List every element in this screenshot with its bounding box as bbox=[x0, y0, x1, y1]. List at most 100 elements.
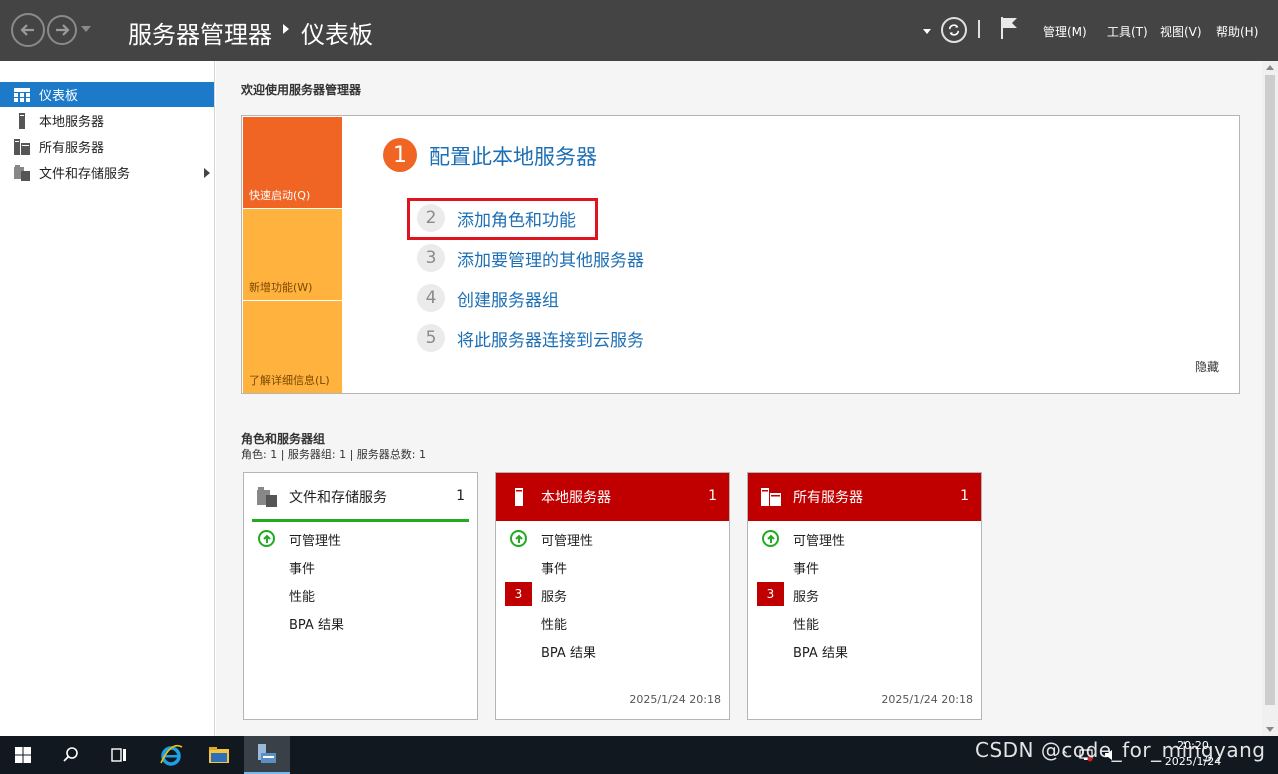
taskbar-ie[interactable] bbox=[148, 736, 194, 774]
card-row-manageability[interactable]: 可管理性 bbox=[244, 525, 477, 551]
sidebar-item-all-servers[interactable]: 所有服务器 bbox=[0, 134, 214, 159]
create-server-group-link[interactable]: 创建服务器组 bbox=[457, 286, 559, 311]
row-label: 事件 bbox=[541, 562, 568, 577]
tile-quick-start[interactable]: 快速启动(Q) bbox=[243, 117, 342, 208]
menu-help[interactable]: 帮助(H) bbox=[1216, 23, 1258, 40]
card-count: 1 bbox=[456, 488, 465, 504]
status-ok-icon bbox=[510, 530, 527, 547]
refresh-dropdown-icon[interactable] bbox=[923, 29, 931, 34]
search-button[interactable] bbox=[48, 736, 94, 774]
step-create-group[interactable]: 4 创建服务器组 bbox=[417, 283, 559, 313]
tile-label: 了解详细信息(L) bbox=[249, 374, 330, 387]
card-row-services[interactable]: 3 服务 bbox=[748, 581, 981, 607]
server-manager-icon bbox=[258, 744, 276, 763]
scroll-thumb[interactable] bbox=[1265, 75, 1275, 705]
title-bar: 服务器管理器 仪表板 管理(M) 工具(T) 视图(V) 帮助(H) bbox=[0, 0, 1278, 61]
card-row-events[interactable]: 事件 bbox=[244, 553, 477, 579]
notifications-flag-button[interactable] bbox=[998, 15, 1020, 41]
task-view-icon bbox=[111, 748, 126, 762]
sidebar-item-local-server[interactable]: 本地服务器 bbox=[0, 108, 214, 133]
row-label: BPA 结果 bbox=[541, 646, 596, 661]
folder-icon bbox=[209, 747, 229, 763]
local-server-icon bbox=[19, 113, 25, 129]
taskbar-server-manager[interactable] bbox=[244, 736, 290, 774]
step-connect-cloud[interactable]: 5 将此服务器连接到云服务 bbox=[417, 323, 644, 353]
card-row-manageability[interactable]: 可管理性 bbox=[496, 525, 729, 551]
role-card-all-servers[interactable]: 所有服务器 1 可管理性 事件 3 服务 性能 BPA 结果 2025/1/24… bbox=[747, 472, 982, 720]
scroll-up-icon[interactable] bbox=[1266, 65, 1274, 70]
card-count: 1 bbox=[960, 488, 969, 504]
breadcrumb-separator-icon bbox=[283, 24, 289, 34]
step-number: 3 bbox=[417, 244, 445, 272]
add-servers-link[interactable]: 添加要管理的其他服务器 bbox=[457, 246, 644, 271]
menu-tools[interactable]: 工具(T) bbox=[1107, 23, 1148, 40]
vertical-scrollbar[interactable] bbox=[1262, 61, 1278, 736]
tile-label: 新增功能(W) bbox=[249, 281, 313, 294]
dashboard-icon bbox=[14, 88, 30, 102]
all-servers-icon bbox=[761, 488, 781, 506]
status-ok-icon bbox=[762, 530, 779, 547]
card-header[interactable]: 所有服务器 1 bbox=[748, 473, 981, 521]
card-row-manageability[interactable]: 可管理性 bbox=[748, 525, 981, 551]
role-card-file-storage[interactable]: 文件和存储服务 1 可管理性 事件 性能 BPA 结果 bbox=[243, 472, 478, 720]
welcome-panel: 快速启动(Q) 新增功能(W) 了解详细信息(L) 1 配置此本地服务器 2 添… bbox=[241, 115, 1240, 394]
arrow-left-icon bbox=[20, 24, 34, 36]
card-row-bpa[interactable]: BPA 结果 bbox=[748, 637, 981, 663]
card-row-performance[interactable]: 性能 bbox=[748, 609, 981, 635]
connect-cloud-link[interactable]: 将此服务器连接到云服务 bbox=[457, 326, 644, 351]
role-card-local-server[interactable]: 本地服务器 1 可管理性 事件 3 服务 性能 BPA 结果 2025/1/24… bbox=[495, 472, 730, 720]
flag-icon bbox=[1001, 17, 1017, 39]
card-row-events[interactable]: 事件 bbox=[496, 553, 729, 579]
card-row-performance[interactable]: 性能 bbox=[244, 581, 477, 607]
menu-view[interactable]: 视图(V) bbox=[1160, 23, 1202, 40]
sidebar-item-label: 所有服务器 bbox=[39, 141, 105, 156]
breadcrumb-root[interactable]: 服务器管理器 bbox=[128, 15, 272, 50]
tile-whats-new[interactable]: 新增功能(W) bbox=[243, 209, 342, 300]
card-row-performance[interactable]: 性能 bbox=[496, 609, 729, 635]
sidebar-item-file-storage[interactable]: 文件和存储服务 bbox=[0, 160, 214, 185]
card-timestamp: 2025/1/24 20:18 bbox=[881, 693, 973, 706]
card-row-events[interactable]: 事件 bbox=[748, 553, 981, 579]
card-title: 本地服务器 bbox=[541, 490, 611, 506]
task-view-button[interactable] bbox=[96, 736, 142, 774]
row-label: 性能 bbox=[541, 618, 568, 633]
card-row-bpa[interactable]: BPA 结果 bbox=[496, 637, 729, 663]
internet-explorer-icon bbox=[160, 744, 183, 766]
welcome-heading: 欢迎使用服务器管理器 bbox=[241, 83, 362, 97]
card-header[interactable]: 文件和存储服务 1 bbox=[244, 473, 477, 521]
sidebar-item-label: 仪表板 bbox=[39, 89, 79, 104]
file-storage-icon bbox=[14, 165, 30, 181]
taskbar-file-explorer[interactable] bbox=[196, 736, 242, 774]
roles-heading: 角色和服务器组 bbox=[241, 432, 326, 446]
configure-local-server-link[interactable]: 配置此本地服务器 bbox=[429, 141, 597, 171]
step-add-servers[interactable]: 3 添加要管理的其他服务器 bbox=[417, 243, 644, 273]
menu-manage[interactable]: 管理(M) bbox=[1043, 23, 1087, 40]
sidebar-item-label: 本地服务器 bbox=[39, 115, 105, 130]
service-alert-badge: 3 bbox=[757, 582, 784, 606]
card-row-bpa[interactable]: BPA 结果 bbox=[244, 609, 477, 635]
expand-arrow-icon[interactable] bbox=[204, 168, 210, 178]
row-label: 可管理性 bbox=[793, 534, 846, 549]
hide-link[interactable]: 隐藏 bbox=[1195, 358, 1219, 375]
tile-learn-more[interactable]: 了解详细信息(L) bbox=[243, 301, 342, 393]
service-alert-badge: 3 bbox=[505, 582, 532, 606]
card-row-services[interactable]: 3 服务 bbox=[496, 581, 729, 607]
forward-button[interactable] bbox=[47, 15, 77, 45]
start-button[interactable] bbox=[0, 736, 46, 774]
highlight-annotation-box bbox=[407, 198, 598, 240]
row-label: 事件 bbox=[289, 562, 316, 577]
sidebar-item-dashboard[interactable]: 仪表板 bbox=[0, 82, 214, 107]
step-number: 4 bbox=[417, 284, 445, 312]
row-label: BPA 结果 bbox=[289, 618, 344, 633]
status-ok-icon bbox=[258, 530, 275, 547]
back-button[interactable] bbox=[11, 13, 45, 47]
card-header[interactable]: 本地服务器 1 bbox=[496, 473, 729, 521]
history-dropdown-icon[interactable] bbox=[81, 26, 91, 32]
search-icon bbox=[63, 747, 78, 762]
row-label: 可管理性 bbox=[289, 534, 342, 549]
row-label: 性能 bbox=[289, 590, 316, 605]
row-label: 性能 bbox=[793, 618, 820, 633]
refresh-button[interactable] bbox=[941, 17, 967, 43]
step-1-badge: 1 bbox=[383, 138, 417, 172]
scroll-down-icon[interactable] bbox=[1266, 727, 1274, 732]
